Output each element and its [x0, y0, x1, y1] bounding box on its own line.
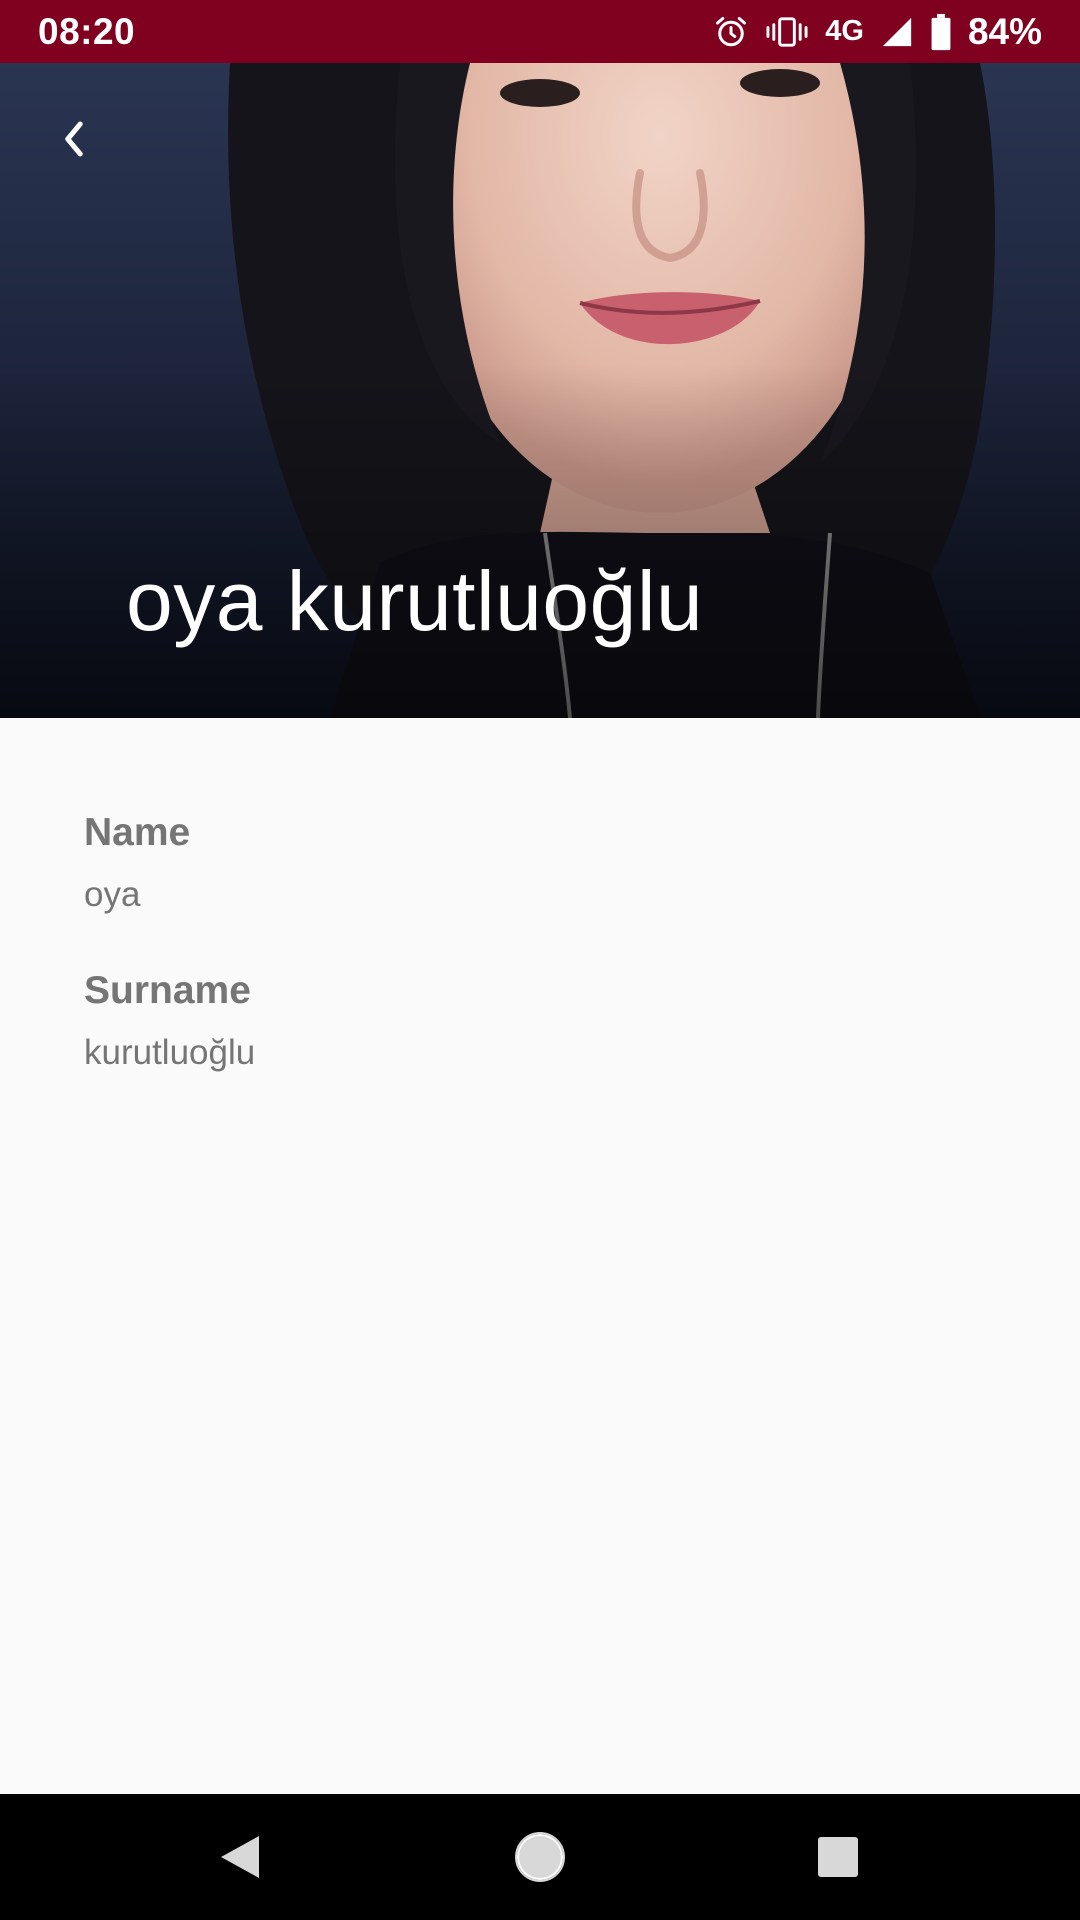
nav-home-button[interactable] — [477, 1794, 603, 1920]
nav-back-button[interactable] — [177, 1794, 303, 1920]
back-button[interactable] — [44, 109, 104, 169]
battery-percent: 84% — [967, 10, 1042, 52]
status-bar: 08:20 4G 84% — [0, 0, 1080, 63]
nav-home-icon — [515, 1832, 565, 1882]
profile-title: oya kurutluoğlu — [126, 554, 704, 648]
profile-header: oya kurutluoğlu — [0, 63, 1080, 718]
surname-field: Surname kurutluoğlu — [84, 966, 984, 1078]
name-field: Name oya — [84, 808, 984, 920]
navigation-bar — [0, 1794, 1080, 1920]
profile-details: Name oya Surname kurutluoğlu — [84, 808, 984, 1078]
signal-icon — [880, 15, 914, 49]
battery-icon — [930, 13, 952, 51]
name-value: oya — [84, 875, 141, 914]
status-time: 08:20 — [38, 10, 136, 52]
alarm-icon — [713, 14, 749, 50]
nav-recents-button[interactable] — [775, 1794, 901, 1920]
surname-value: kurutluoğlu — [84, 1033, 256, 1072]
status-icons: 4G 84% — [713, 11, 1042, 53]
vibrate-icon — [765, 14, 809, 50]
nav-back-icon — [221, 1836, 259, 1878]
chevron-left-icon — [65, 121, 83, 157]
profile-detail-screen: 08:20 4G 84% oya kurutluoğlu Name oya Su… — [0, 0, 1080, 1920]
surname-label: Surname — [84, 969, 251, 1012]
nav-recents-icon — [818, 1837, 858, 1877]
network-type: 4G — [825, 15, 864, 47]
name-label: Name — [84, 811, 191, 854]
